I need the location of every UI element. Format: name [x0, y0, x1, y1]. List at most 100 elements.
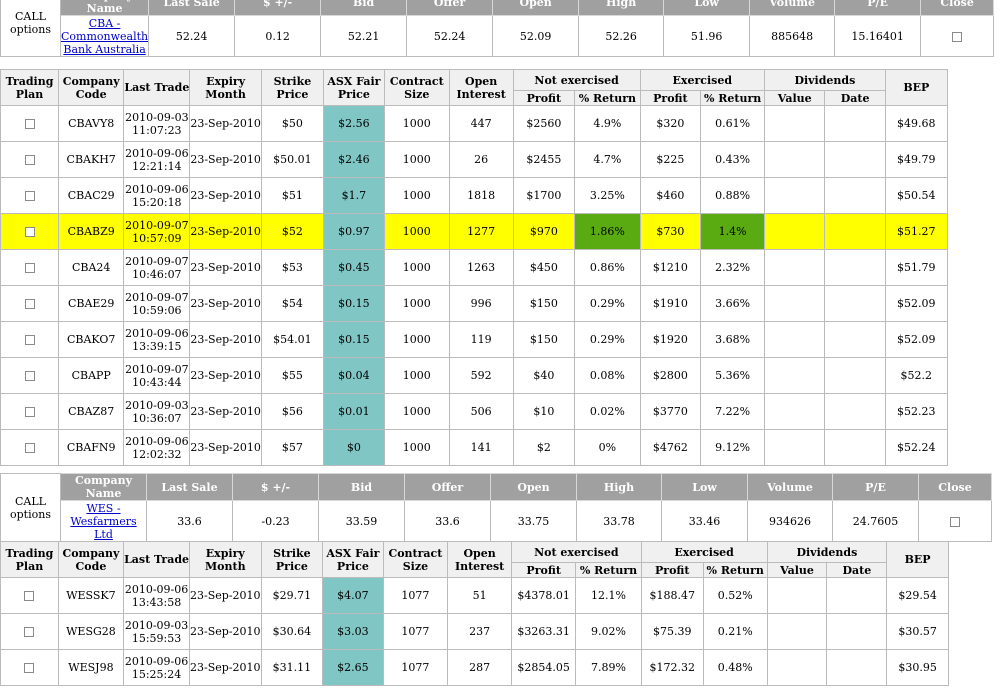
last-trade-time: 10:59:06 — [132, 303, 182, 317]
trading-plan-checkbox[interactable] — [24, 627, 35, 637]
exercised-return: 0.21% — [702, 613, 768, 650]
open-interest: 51 — [447, 577, 512, 614]
last-trade-date: 2010-09-06 — [125, 326, 189, 340]
not-exercised-profit: $450 — [512, 249, 576, 286]
strike-price: $50 — [260, 105, 324, 142]
col-bep: BEP — [886, 541, 949, 578]
company-quote-table: CALL options Company Name Last Sale $ +/… — [0, 0, 995, 57]
trading-plan-checkbox[interactable] — [24, 663, 35, 673]
expiry-month: 23-Sep-2010 — [189, 577, 262, 614]
company-code: WESSK7 — [57, 577, 125, 614]
not-exercised-return: 3.25% — [574, 177, 641, 214]
open-interest: 1263 — [448, 249, 514, 286]
trading-plan-checkbox[interactable] — [24, 155, 35, 165]
col-offer: Offer — [404, 473, 491, 501]
trading-plan-checkbox[interactable] — [24, 263, 35, 273]
asx-fair-price: $2.56 — [322, 105, 385, 142]
col-close: Close — [918, 473, 992, 501]
option-row: CBAFN9 2010-09-06 12:02:32 23-Sep-2010 $57 $0… — [0, 429, 1003, 466]
col-open: Open — [490, 473, 577, 501]
col-company-name: Company Name — [60, 473, 147, 501]
option-row: CBAE29 2010-09-07 10:59:06 23-Sep-2010 $54 $0… — [0, 285, 1003, 322]
option-row: CBAPP 2010-09-07 10:43:44 23-Sep-2010 $55 $0.… — [0, 357, 1003, 394]
col-ex-profit: Profit — [640, 562, 704, 578]
col-high: High — [578, 0, 665, 16]
col-exercised: Exercised — [640, 541, 768, 563]
close-checkbox[interactable] — [952, 31, 963, 42]
col-dividends: Dividends — [764, 69, 886, 91]
pe-value: 15.16401 — [834, 15, 922, 57]
trading-plan-checkbox[interactable] — [24, 443, 35, 453]
col-ex-return: % Return — [700, 90, 765, 106]
company-code: CBAPP — [57, 357, 125, 394]
not-exercised-return: 0.29% — [574, 285, 641, 322]
trading-plan-checkbox[interactable] — [24, 227, 35, 237]
expiry-month: 23-Sep-2010 — [189, 649, 262, 686]
company-link[interactable]: WES - Wesfarmers Ltd — [70, 502, 136, 541]
col-not-exercised: Not exercised — [512, 69, 641, 91]
last-trade: 2010-09-03 15:59:53 — [123, 613, 191, 650]
close-cell — [918, 500, 992, 542]
expiry-month: 23-Sep-2010 — [189, 321, 262, 358]
company-code: CBAVY8 — [57, 105, 125, 142]
trading-plan-checkbox[interactable] — [24, 119, 35, 129]
expiry-month: 23-Sep-2010 — [189, 141, 262, 178]
last-trade-time: 12:02:32 — [132, 447, 182, 461]
open-interest: 506 — [448, 393, 514, 430]
contract-size: 1000 — [383, 249, 450, 286]
last-trade: 2010-09-06 12:21:14 — [123, 141, 191, 178]
not-exercised-profit: $2560 — [512, 105, 576, 142]
dividend-value — [766, 649, 828, 686]
dividend-value — [763, 393, 826, 430]
col-bid: Bid — [320, 0, 408, 16]
high-value: 33.78 — [576, 500, 662, 542]
exercised-return: 3.66% — [700, 285, 765, 322]
trading-plan-checkbox[interactable] — [24, 591, 35, 601]
not-exercised-profit: $1700 — [512, 177, 576, 214]
last-trade-date: 2010-09-07 — [125, 290, 189, 304]
exercised-profit: $1210 — [639, 249, 702, 286]
asx-fair-price: $0.45 — [322, 249, 385, 286]
close-checkbox[interactable] — [950, 516, 960, 527]
company-code: WESG28 — [57, 613, 125, 650]
change-value: -0.23 — [232, 500, 319, 542]
asx-fair-price: $0.04 — [322, 357, 385, 394]
exercised-profit: $172.32 — [640, 649, 704, 686]
last-trade-time: 13:43:58 — [131, 595, 182, 609]
trading-plan-checkbox[interactable] — [24, 371, 35, 381]
contract-size: 1077 — [382, 649, 449, 686]
trading-plan-checkbox[interactable] — [24, 299, 35, 309]
trading-plan-checkbox[interactable] — [24, 191, 35, 201]
volume-value: 885648 — [749, 15, 836, 57]
last-trade-date: 2010-09-07 — [125, 254, 189, 268]
bep-value: $30.95 — [886, 649, 949, 686]
last-trade-time: 11:07:23 — [132, 123, 182, 137]
exercised-profit: $320 — [639, 105, 702, 142]
col-contract-size: Contract Size — [383, 69, 450, 106]
company-code: CBAKH7 — [57, 141, 125, 178]
exercised-return: 0.61% — [700, 105, 765, 142]
open-interest: 119 — [448, 321, 514, 358]
last-trade: 2010-09-06 15:25:24 — [123, 649, 191, 686]
trading-plan-cell — [0, 393, 59, 430]
col-last-trade: Last Trade — [123, 69, 191, 106]
last-trade-date: 2010-09-03 — [124, 618, 189, 632]
dividend-date — [824, 285, 886, 322]
company-link[interactable]: CBA - Commonwealth Bank Australia — [62, 17, 148, 56]
exercised-return: 2.32% — [700, 249, 765, 286]
not-exercised-return: 0.29% — [574, 321, 641, 358]
expiry-month: 23-Sep-2010 — [189, 357, 262, 394]
col-last-sale: Last Sale — [146, 473, 233, 501]
open-value: 52.09 — [492, 15, 580, 57]
col-ne-return: % Return — [574, 90, 641, 106]
call-options-label: CALL options — [0, 0, 61, 57]
col-ne-profit: Profit — [512, 90, 576, 106]
trading-plan-checkbox[interactable] — [24, 335, 35, 345]
col-div-date: Date — [824, 90, 886, 106]
trading-plan-checkbox[interactable] — [24, 407, 35, 417]
col-div-date: Date — [826, 562, 888, 578]
last-trade-time: 10:46:07 — [132, 267, 182, 281]
col-low: Low — [661, 473, 748, 501]
bep-value: $52.09 — [884, 321, 948, 358]
contract-size: 1000 — [383, 357, 450, 394]
